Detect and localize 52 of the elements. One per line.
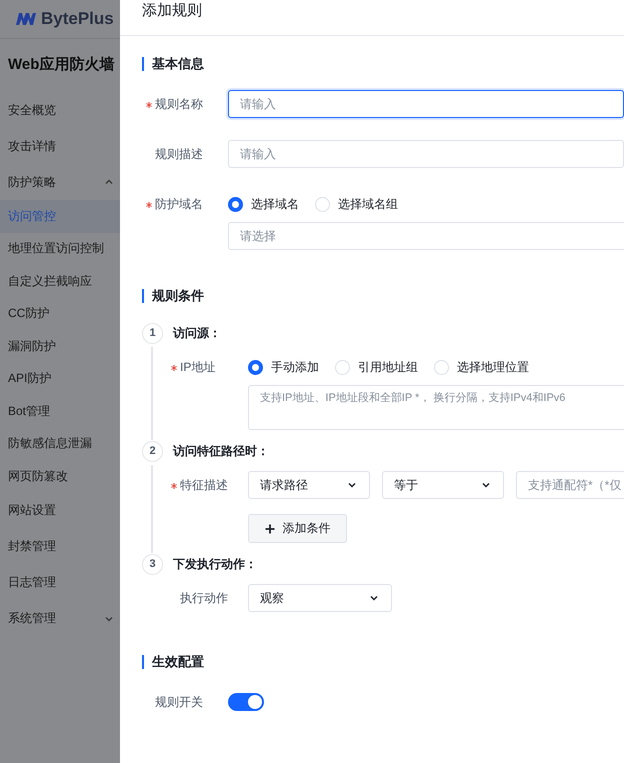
sidebar-item[interactable]: Bot管理	[0, 395, 120, 428]
chevron-down-icon	[347, 480, 357, 490]
sidebar-item[interactable]: 安全概览	[0, 92, 120, 128]
chevron-down-icon	[481, 480, 491, 490]
step-number: 1	[142, 322, 163, 344]
step-title: 访问源：	[173, 324, 221, 342]
sidebar-item[interactable]: 防敏感信息泄漏	[0, 428, 120, 460]
sidebar-item[interactable]: 漏洞防护	[0, 330, 120, 362]
sidebar-item[interactable]: 网站设置	[0, 492, 120, 528]
radio-option[interactable]: 选择域名	[228, 196, 299, 212]
sidebar-item[interactable]: CC防护	[0, 298, 120, 330]
select-field[interactable]: 等于	[382, 471, 504, 499]
radio-option[interactable]: 选择地理位置	[434, 358, 529, 376]
sidebar-item[interactable]: 网页防篡改	[0, 460, 120, 492]
sidebar-item[interactable]: 自定义拦截响应	[0, 265, 120, 298]
sidebar-item[interactable]: API防护	[0, 362, 120, 395]
add-condition-button[interactable]: 添加条件	[248, 514, 347, 543]
select-field[interactable]: 请选择	[228, 222, 624, 250]
chevron-down-icon	[369, 593, 379, 603]
field-label: 执行动作	[180, 590, 228, 606]
logo-text: BytePlus	[41, 9, 114, 29]
step-number: 3	[142, 554, 163, 574]
field-label: 特征描述	[180, 476, 228, 494]
sidebar-item[interactable]: 攻击详情	[0, 128, 120, 164]
select-field[interactable]: 请求路径	[248, 471, 370, 499]
radio-option[interactable]: 选择域名组	[315, 196, 398, 212]
section-title: 基本信息	[152, 55, 204, 73]
section-title: 规则条件	[152, 287, 204, 305]
step-number: 2	[142, 440, 163, 462]
field-label: 防护域名	[155, 196, 203, 212]
field-label: 规则开关	[155, 694, 203, 710]
sidebar-item[interactable]: 封禁管理	[0, 528, 120, 564]
field-label: 规则描述	[155, 146, 203, 162]
sidebar-item[interactable]: 防护策略	[0, 164, 120, 200]
radio-option[interactable]: 手动添加	[248, 358, 319, 376]
radio-option[interactable]: 引用地址组	[335, 358, 418, 376]
textarea-field[interactable]: 支持IP地址、IP地址段和全部IP *， 换行分隔，支持IPv4和IPv6	[248, 385, 624, 430]
field-label: IP地址	[180, 358, 216, 376]
section-title: 生效配置	[152, 653, 204, 671]
sidebar-item[interactable]: 日志管理	[0, 564, 120, 600]
sidebar-item[interactable]: 地理位置访问控制	[0, 232, 120, 265]
text-field[interactable]: 请输入	[228, 90, 624, 118]
toggle-switch[interactable]	[228, 693, 264, 711]
field-label: 规则名称	[155, 96, 203, 112]
select-field[interactable]: 观察	[248, 584, 392, 612]
page-title: 添加规则	[142, 1, 202, 20]
step-title: 下发执行动作：	[173, 556, 257, 572]
step-title: 访问特征路径时：	[173, 442, 269, 460]
plus-icon	[264, 524, 274, 534]
product-title: Web应用防火墙	[7, 55, 116, 74]
sidebar-item[interactable]: 系统管理	[0, 600, 120, 636]
logo-icon	[16, 12, 36, 26]
